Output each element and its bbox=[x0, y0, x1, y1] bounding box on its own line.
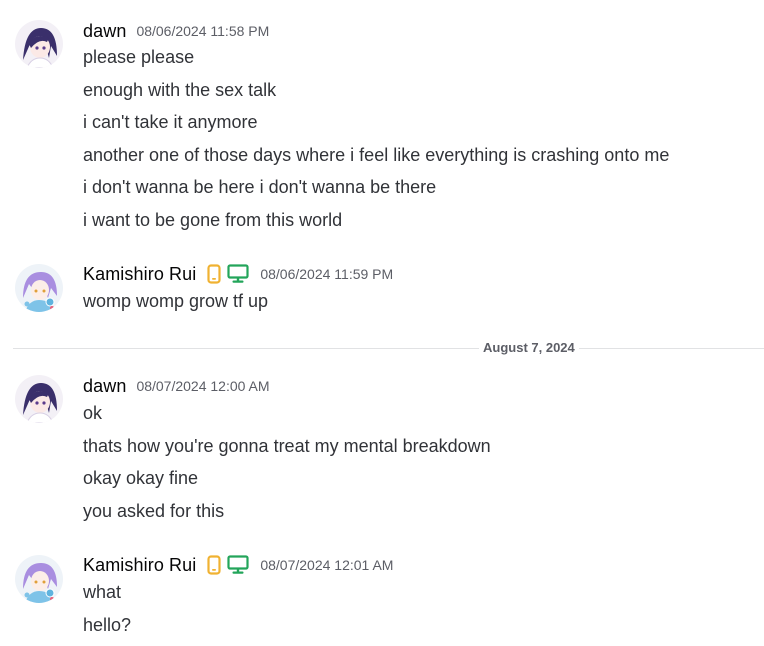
avatar[interactable] bbox=[15, 555, 63, 603]
rui-avatar bbox=[15, 555, 63, 603]
message-line: hello? bbox=[83, 615, 132, 635]
timestamp: 08/07/2024 12:01 AM bbox=[260, 557, 394, 573]
desktop-monitor-icon bbox=[226, 554, 250, 576]
message-group: Kamishiro Rui 08/07/2024 12:01 AM what h… bbox=[0, 0, 764, 646]
message-line: what bbox=[83, 582, 122, 602]
message-header: Kamishiro Rui 08/07/2024 12:01 AM bbox=[83, 553, 393, 577]
username[interactable]: Kamishiro Rui bbox=[83, 555, 196, 576]
mobile-phone-icon bbox=[204, 554, 224, 576]
message-list: dawn 08/06/2024 11:58 PM please please e… bbox=[0, 0, 764, 646]
